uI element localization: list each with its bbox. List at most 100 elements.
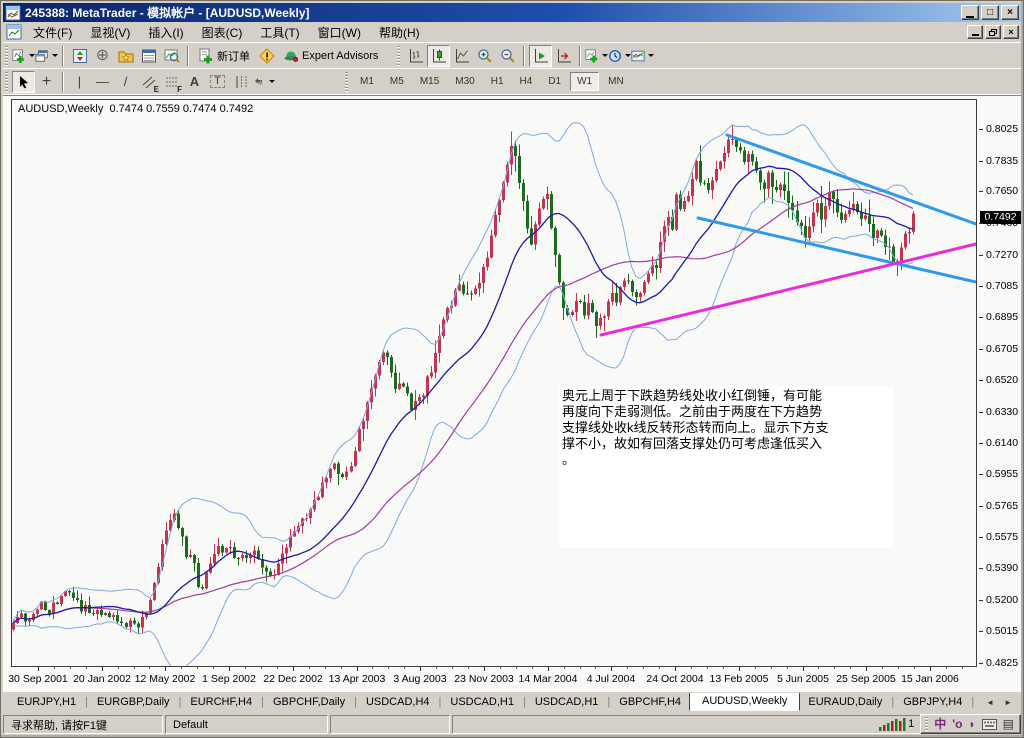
menu-item-charts[interactable]: 图表(C) (193, 21, 252, 44)
ime-menu-icon[interactable]: ▤ (1003, 718, 1014, 730)
timeframe-button-M30[interactable]: M30 (448, 72, 481, 91)
equidistant-channel-button[interactable]: E (137, 71, 160, 94)
minimize-button[interactable] (961, 5, 979, 20)
timeframe-button-D1[interactable]: D1 (541, 72, 568, 91)
timeframe-button-M5[interactable]: M5 (383, 72, 411, 91)
indicators-button[interactable] (585, 45, 609, 67)
chart-tab-EURCHF-H4[interactable]: EURCHF,H4 (182, 693, 260, 711)
toolbar-grip[interactable] (345, 71, 348, 92)
auto-scroll-button[interactable] (529, 44, 553, 67)
timeframe-button-H4[interactable]: H4 (513, 72, 540, 91)
price-axis-label: 0.8025 (986, 122, 1019, 135)
metatrader-window: 245388: MetaTrader - 模拟帐户 - [AUDUSD,Week… (0, 0, 1024, 738)
timeframe-button-M15[interactable]: M15 (413, 72, 446, 91)
tab-scroll-right-icon[interactable]: ► (999, 695, 1017, 710)
candlestick-chart-button[interactable] (427, 44, 451, 67)
profiles-button[interactable] (35, 45, 58, 67)
status-profile[interactable]: Default (165, 715, 328, 734)
fibonacci-button[interactable]: F (160, 71, 183, 94)
child-restore-button[interactable] (985, 25, 1001, 39)
chart-tab-GBPCHF-Daily[interactable]: GBPCHF,Daily (265, 693, 353, 711)
menu-item-view[interactable]: 显视(V) (81, 21, 139, 44)
ime-halfwidth-icon[interactable]: ◗ (968, 718, 975, 730)
maximize-icon: □ (986, 6, 994, 18)
toolbar-grip[interactable] (397, 45, 401, 66)
chart-tab-GBPCHF-H4[interactable]: GBPCHF,H4 (611, 693, 689, 711)
maximize-button[interactable]: □ (981, 5, 999, 20)
date-tick (357, 667, 358, 671)
chart-tab-EURJPY-H1[interactable]: EURJPY,H1 (9, 693, 84, 711)
templates-button[interactable] (631, 45, 655, 67)
timeframe-button-M1[interactable]: M1 (353, 72, 381, 91)
chart-tab-USDCAD-H1[interactable]: USDCAD,H1 (442, 693, 522, 711)
toolbar-grip[interactable] (5, 45, 8, 66)
descending-channel-lower[interactable] (696, 216, 976, 284)
child-close-button[interactable]: × (1003, 25, 1019, 39)
tab-separator: | (178, 696, 182, 708)
navigator-button[interactable] (114, 45, 137, 67)
chart-plot[interactable]: AUDUSD,Weekly 0.7474 0.7559 0.7474 0.749… (11, 99, 977, 667)
vertical-line-button[interactable]: | (68, 71, 91, 93)
line-studies-toolbar: + | — / E F A T M1 M5 M15 M30 H1 H4 D1 W1 MN (3, 69, 1021, 95)
ime-keyboard-icon[interactable] (981, 718, 997, 730)
tab-scroll-left-icon[interactable]: ◄ (981, 695, 999, 710)
data-window-button[interactable]: ⊕ (91, 45, 114, 67)
timeframe-button-MN[interactable]: MN (601, 72, 631, 91)
arrow-objects-button[interactable] (252, 71, 275, 93)
chart-shift-icon (557, 48, 571, 62)
date-tick (420, 667, 421, 671)
price-axis-label: 0.5200 (986, 594, 1019, 606)
terminal-button[interactable] (137, 45, 160, 67)
ime-tone-icon[interactable]: 'o (952, 718, 962, 730)
text-button[interactable]: A (183, 71, 206, 93)
cycle-lines-button[interactable] (229, 71, 252, 93)
descending-channel-upper[interactable] (725, 133, 976, 226)
chart-window-icon[interactable] (6, 24, 22, 40)
zoom-in-button[interactable] (473, 45, 496, 67)
chart-tabs: EURJPY,H1 | EURGBP,Daily | EURCHF,H4 | GBPCHF,… (9, 693, 981, 711)
menu-item-tools[interactable]: 工具(T) (251, 21, 308, 44)
chart-tab-USDCAD-H1[interactable]: USDCAD,H1 (527, 693, 607, 711)
timeframe-button-H1[interactable]: H1 (484, 72, 511, 91)
menu-item-file[interactable]: 文件(F) (24, 21, 81, 44)
candlestick-chart[interactable] (12, 100, 976, 666)
chart-tab-AUDUSD-Weekly[interactable]: AUDUSD,Weekly (689, 693, 801, 711)
ime-pinyin-icon[interactable]: 中 (934, 718, 946, 730)
date-minor-tick (134, 667, 135, 669)
timeframe-button-W1[interactable]: W1 (570, 72, 600, 91)
line-chart-button[interactable] (450, 45, 473, 67)
chart-tab-EURAUD-Daily[interactable]: EURAUD,Daily (800, 693, 890, 711)
chart-tab-GBPJPY-H4[interactable]: GBPJPY,H4 (895, 693, 970, 711)
ime-grip[interactable] (925, 717, 929, 731)
menu-item-insert[interactable]: 插入(I) (139, 21, 192, 44)
strategy-tester-button[interactable] (160, 45, 183, 67)
new-order-button[interactable]: 新订单 (193, 45, 255, 67)
menu-item-window[interactable]: 窗口(W) (309, 21, 370, 44)
market-watch-button[interactable] (68, 45, 91, 67)
horizontal-line-button[interactable]: — (91, 71, 114, 93)
bar-chart-button[interactable] (404, 45, 427, 67)
date-tick (675, 667, 676, 671)
expert-advisors-button[interactable]: Expert Advisors (278, 45, 383, 67)
chart-tab-USDCAD-H4[interactable]: USDCAD,H4 (358, 693, 438, 711)
date-minor-tick (245, 667, 246, 669)
warning-diamond-button[interactable] (255, 45, 278, 67)
child-minimize-button[interactable] (967, 25, 983, 39)
close-button[interactable]: × (1001, 5, 1019, 20)
chart-tab-EURGBP-Daily[interactable]: EURGBP,Daily (89, 693, 178, 711)
new-chart-button[interactable] (12, 45, 35, 67)
toolbar-grip[interactable] (5, 71, 8, 92)
zoom-in-icon (478, 48, 492, 63)
price-axis[interactable]: 0.7492 0.8025 0.7835 0.7650 0.7460 0.7270 0.7… (979, 99, 1021, 669)
date-axis[interactable]: 30 Sep 2001 20 Jan 2002 12 May 2002 1 Sep 2… (8, 667, 979, 689)
crosshair-button[interactable]: + (35, 71, 58, 93)
periods-button[interactable] (608, 45, 632, 67)
status-pane-empty (330, 715, 450, 734)
zoom-out-button[interactable] (496, 45, 519, 67)
cursor-button[interactable] (12, 70, 35, 93)
trendline-button[interactable]: / (114, 71, 137, 93)
chart-shift-button[interactable] (552, 45, 575, 67)
chart-annotation-text[interactable]: 奥元上周于下跌趋势线处收小红倒锤，有可能 再度向下走弱测低。之前由于两度在下方趋… (559, 386, 893, 548)
text-label-button[interactable]: T (206, 71, 229, 93)
menu-item-help[interactable]: 帮助(H) (370, 21, 429, 44)
